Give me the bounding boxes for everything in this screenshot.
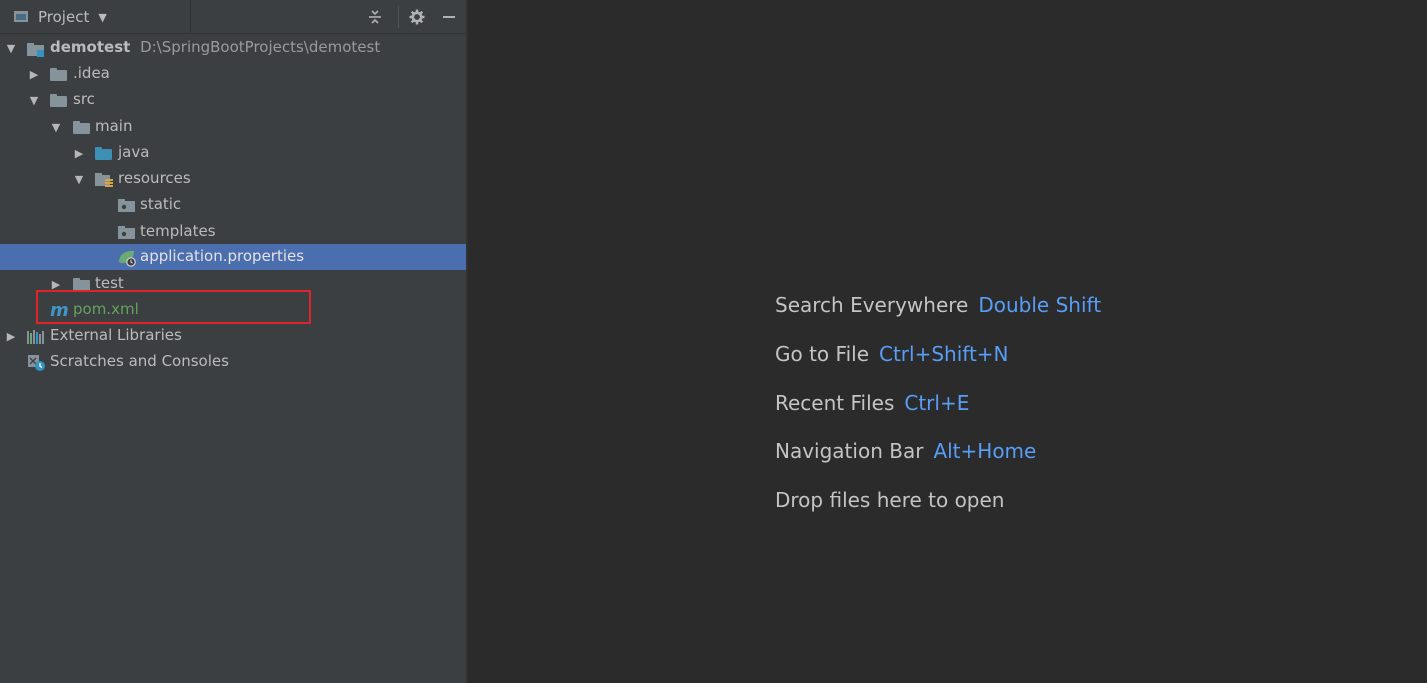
- project-panel-title: Project: [38, 7, 90, 26]
- hint-label: Go to File: [775, 342, 869, 366]
- header-separator: [398, 6, 399, 28]
- tree-item-label: src: [73, 90, 95, 108]
- tree-item-label: Scratches and Consoles: [50, 352, 229, 370]
- tree-item-label: .idea: [73, 64, 110, 82]
- hint-drop-files: Drop files here to open: [775, 488, 1004, 512]
- tree-item-label: External Libraries: [50, 326, 182, 344]
- tree-item-label: application.properties: [140, 247, 305, 265]
- gear-icon[interactable]: [407, 7, 427, 27]
- libraries-icon: [27, 329, 45, 345]
- hint-go-to-file: Go to File Ctrl+Shift+N: [775, 342, 1009, 366]
- hint-label: Recent Files: [775, 391, 895, 415]
- tree-item-idea[interactable]: ▶ .idea: [0, 61, 466, 87]
- hint-label: Navigation Bar: [775, 439, 924, 463]
- scratches-icon: [27, 354, 47, 372]
- tree-item-label: static: [140, 195, 182, 213]
- tree-item-main[interactable]: ▼ main: [0, 114, 466, 140]
- collapsed-arrow-icon[interactable]: ▶: [5, 330, 17, 343]
- resources-folder-icon: [95, 172, 113, 188]
- expand-arrow-icon[interactable]: ▼: [28, 94, 40, 107]
- project-panel-header: Project ▼: [0, 0, 466, 34]
- project-window-icon: [14, 11, 28, 22]
- highlight-box: [36, 290, 311, 324]
- hint-label: Search Everywhere: [775, 293, 969, 317]
- tree-item-label: resources: [118, 169, 191, 187]
- project-panel: Project ▼ ▼ demotest D:\SpringBootProjec…: [0, 0, 468, 683]
- tree-item-label: java: [118, 143, 150, 161]
- collapsed-arrow-icon[interactable]: ▶: [28, 68, 40, 81]
- module-folder-icon: [27, 41, 45, 57]
- hint-navigation-bar: Navigation Bar Alt+Home: [775, 439, 1036, 463]
- editor-empty-area[interactable]: Search Everywhere Double Shift Go to File…: [468, 0, 1427, 683]
- tree-item-java[interactable]: ▶ java: [0, 140, 466, 166]
- tree-item-external-libraries[interactable]: ▶ External Libraries: [0, 323, 466, 349]
- expand-arrow-icon[interactable]: ▼: [50, 121, 62, 134]
- tree-item-resources[interactable]: ▼ resources: [0, 166, 466, 192]
- expand-arrow-icon[interactable]: ▼: [73, 173, 85, 186]
- tree-item-scratches[interactable]: Scratches and Consoles: [0, 349, 466, 375]
- collapsed-arrow-icon[interactable]: ▶: [73, 147, 85, 160]
- project-root-name: demotest: [50, 38, 131, 56]
- hint-search-everywhere: Search Everywhere Double Shift: [775, 293, 1101, 317]
- tree-item-templates[interactable]: templates: [0, 219, 466, 245]
- project-root-path: D:\SpringBootProjects\demotest: [140, 38, 381, 56]
- tree-item-application-properties[interactable]: application.properties: [0, 244, 466, 270]
- hint-label: Drop files here to open: [775, 488, 1005, 512]
- expand-arrow-icon[interactable]: ▼: [5, 42, 17, 55]
- tree-item-demotest[interactable]: ▼ demotest D:\SpringBootProjects\demotes…: [0, 35, 466, 61]
- chevron-down-icon[interactable]: ▼: [98, 11, 106, 24]
- project-view-selector[interactable]: Project ▼: [0, 0, 191, 33]
- folder-icon: [50, 94, 67, 107]
- minimize-icon[interactable]: [439, 7, 459, 27]
- tree-item-static[interactable]: static: [0, 192, 466, 218]
- folder-icon: [118, 198, 136, 214]
- hint-recent-files: Recent Files Ctrl+E: [775, 391, 969, 415]
- hint-shortcut: Double Shift: [978, 293, 1102, 317]
- folder-icon: [50, 68, 67, 81]
- collapsed-arrow-icon[interactable]: ▶: [50, 278, 62, 291]
- hint-shortcut: Ctrl+E: [904, 391, 970, 415]
- collapse-all-icon[interactable]: [365, 7, 385, 27]
- folder-icon: [118, 225, 136, 241]
- tree-item-src[interactable]: ▼ src: [0, 87, 466, 113]
- tree-item-label: templates: [140, 222, 216, 240]
- hint-shortcut: Ctrl+Shift+N: [879, 342, 1009, 366]
- spring-config-icon: [117, 249, 137, 267]
- tree-item-label: main: [95, 117, 133, 135]
- folder-icon: [73, 121, 90, 134]
- hint-shortcut: Alt+Home: [933, 439, 1037, 463]
- source-folder-icon: [95, 147, 112, 160]
